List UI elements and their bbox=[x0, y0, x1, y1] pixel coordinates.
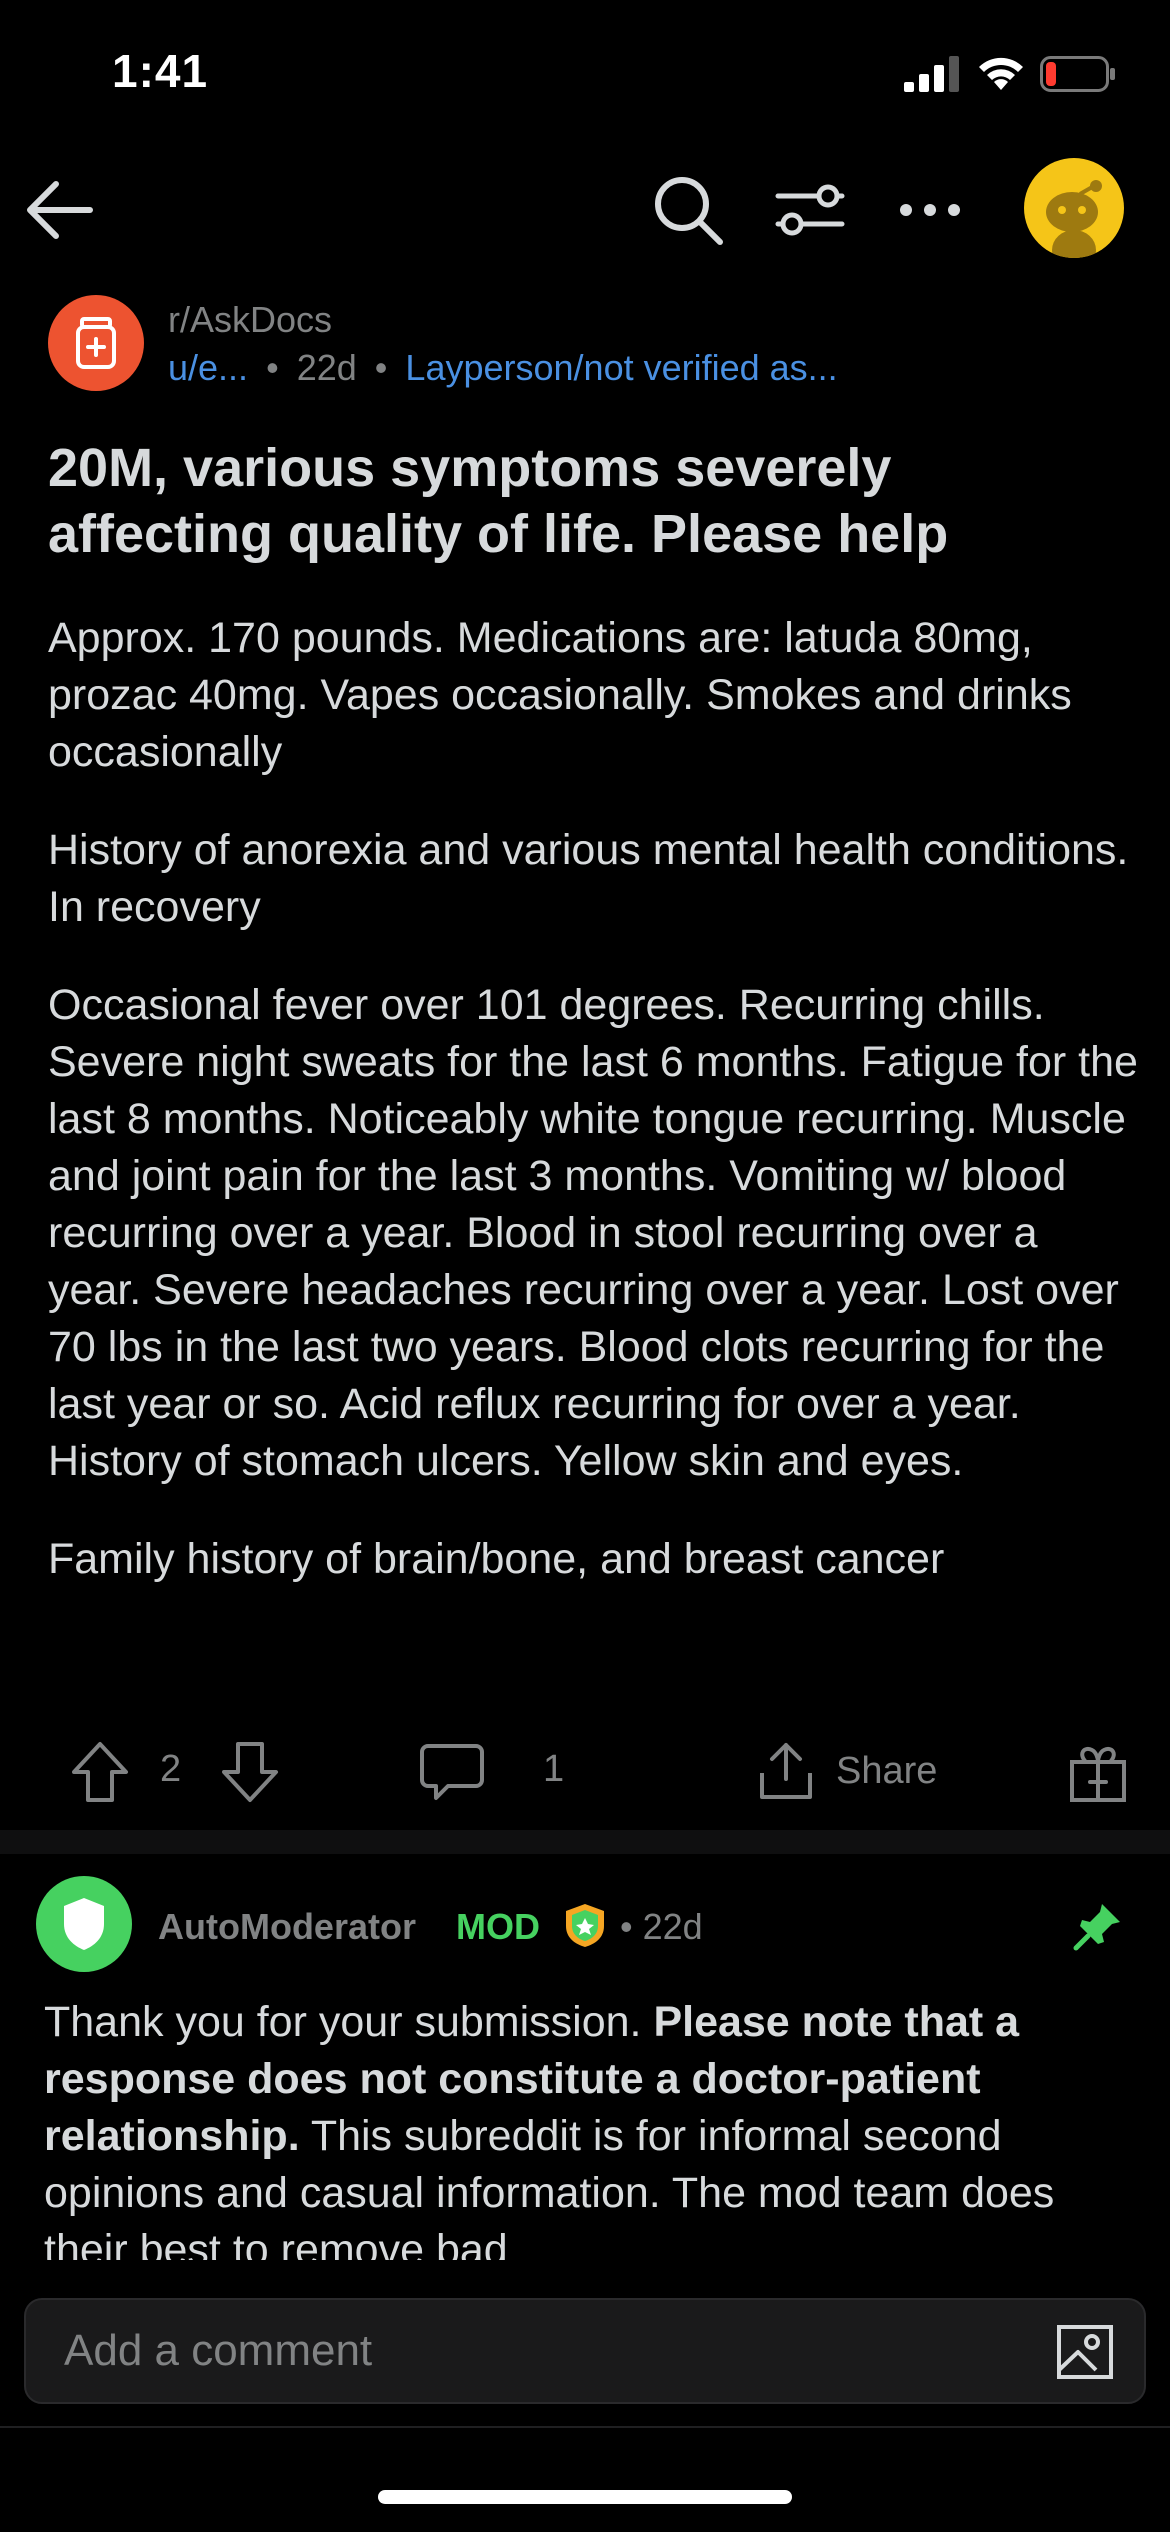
mod-shield-badge-icon bbox=[566, 1904, 604, 1947]
mod-tag: MOD bbox=[456, 1906, 540, 1947]
section-divider bbox=[0, 1830, 1170, 1854]
sort-filter-icon[interactable] bbox=[770, 170, 850, 250]
comment-author[interactable]: AutoModerator bbox=[158, 1906, 416, 1948]
post-paragraph: Occasional fever over 101 degrees. Recur… bbox=[48, 981, 1138, 1485]
home-indicator[interactable] bbox=[378, 2490, 792, 2504]
share-icon bbox=[760, 1743, 812, 1799]
downvote-icon[interactable] bbox=[218, 1740, 282, 1804]
comment-count: 1 bbox=[543, 1748, 565, 1790]
wifi-icon bbox=[979, 57, 1023, 90]
post-author[interactable]: u/e... bbox=[168, 347, 248, 388]
post-paragraph: Family history of brain/bone, and breast… bbox=[48, 1535, 945, 1583]
back-arrow-icon[interactable] bbox=[20, 170, 100, 250]
search-icon[interactable] bbox=[648, 170, 728, 250]
snoo-avatar-icon bbox=[1046, 180, 1102, 258]
award-gift-icon[interactable] bbox=[1066, 1740, 1130, 1804]
user-avatar[interactable] bbox=[1024, 158, 1124, 258]
user-flair: Layperson/not verified as... bbox=[405, 347, 838, 388]
medicine-bottle-icon bbox=[76, 317, 116, 369]
pin-icon bbox=[1073, 1904, 1120, 1951]
image-upload-icon[interactable] bbox=[1056, 2324, 1114, 2380]
battery-low-icon bbox=[1040, 56, 1115, 92]
post-title: 20M, various symptoms severely affecting… bbox=[48, 438, 949, 564]
post-action-bar: 2 1 Share bbox=[0, 1730, 1170, 1810]
bottom-divider bbox=[0, 2426, 1170, 2428]
post-paragraph: Approx. 170 pounds. Medications are: lat… bbox=[48, 614, 1072, 776]
share-button[interactable]: Share bbox=[756, 1736, 1006, 1806]
comment-age: • 22d bbox=[620, 1906, 703, 1948]
comment-body: Thank you for your submission. Please no… bbox=[44, 1994, 1134, 2260]
post-meta: u/e... • 22d • Layperson/not verified as… bbox=[168, 347, 838, 389]
comment-text-plain: Thank you for your submission. bbox=[44, 1998, 654, 2046]
add-comment-input[interactable] bbox=[64, 2300, 984, 2402]
subreddit-icon[interactable] bbox=[48, 295, 144, 391]
composer-area bbox=[0, 2260, 1170, 2430]
subreddit-name[interactable]: r/AskDocs bbox=[168, 299, 332, 341]
status-time: 1:41 bbox=[112, 45, 209, 97]
cellular-signal-icon bbox=[904, 56, 959, 92]
post-body: Approx. 170 pounds. Medications are: lat… bbox=[48, 610, 1138, 1629]
meta-separator: • bbox=[620, 1906, 633, 1947]
post-header: r/AskDocs u/e... • 22d • Layperson/not v… bbox=[48, 295, 1128, 395]
automoderator-avatar[interactable] bbox=[36, 1876, 132, 1972]
upvote-icon[interactable] bbox=[68, 1740, 132, 1804]
comment: AutoModerator MOD • 22d Thank you for yo… bbox=[0, 1874, 1170, 2260]
post-paragraph: History of anorexia and various mental h… bbox=[48, 826, 1129, 931]
shield-icon bbox=[64, 1898, 104, 1950]
comment-age-value: 22d bbox=[642, 1906, 703, 1947]
comment-composer[interactable] bbox=[24, 2298, 1146, 2404]
comment-bubble-icon[interactable] bbox=[418, 1740, 486, 1804]
more-options-icon[interactable] bbox=[890, 170, 970, 250]
top-nav-bar bbox=[0, 150, 1170, 270]
vote-count: 2 bbox=[160, 1748, 182, 1790]
meta-separator: • bbox=[374, 347, 388, 388]
post-age: 22d bbox=[296, 347, 357, 388]
status-bar: 1:41 bbox=[0, 0, 1170, 150]
share-label: Share bbox=[836, 1749, 938, 1792]
meta-separator: • bbox=[266, 347, 279, 388]
